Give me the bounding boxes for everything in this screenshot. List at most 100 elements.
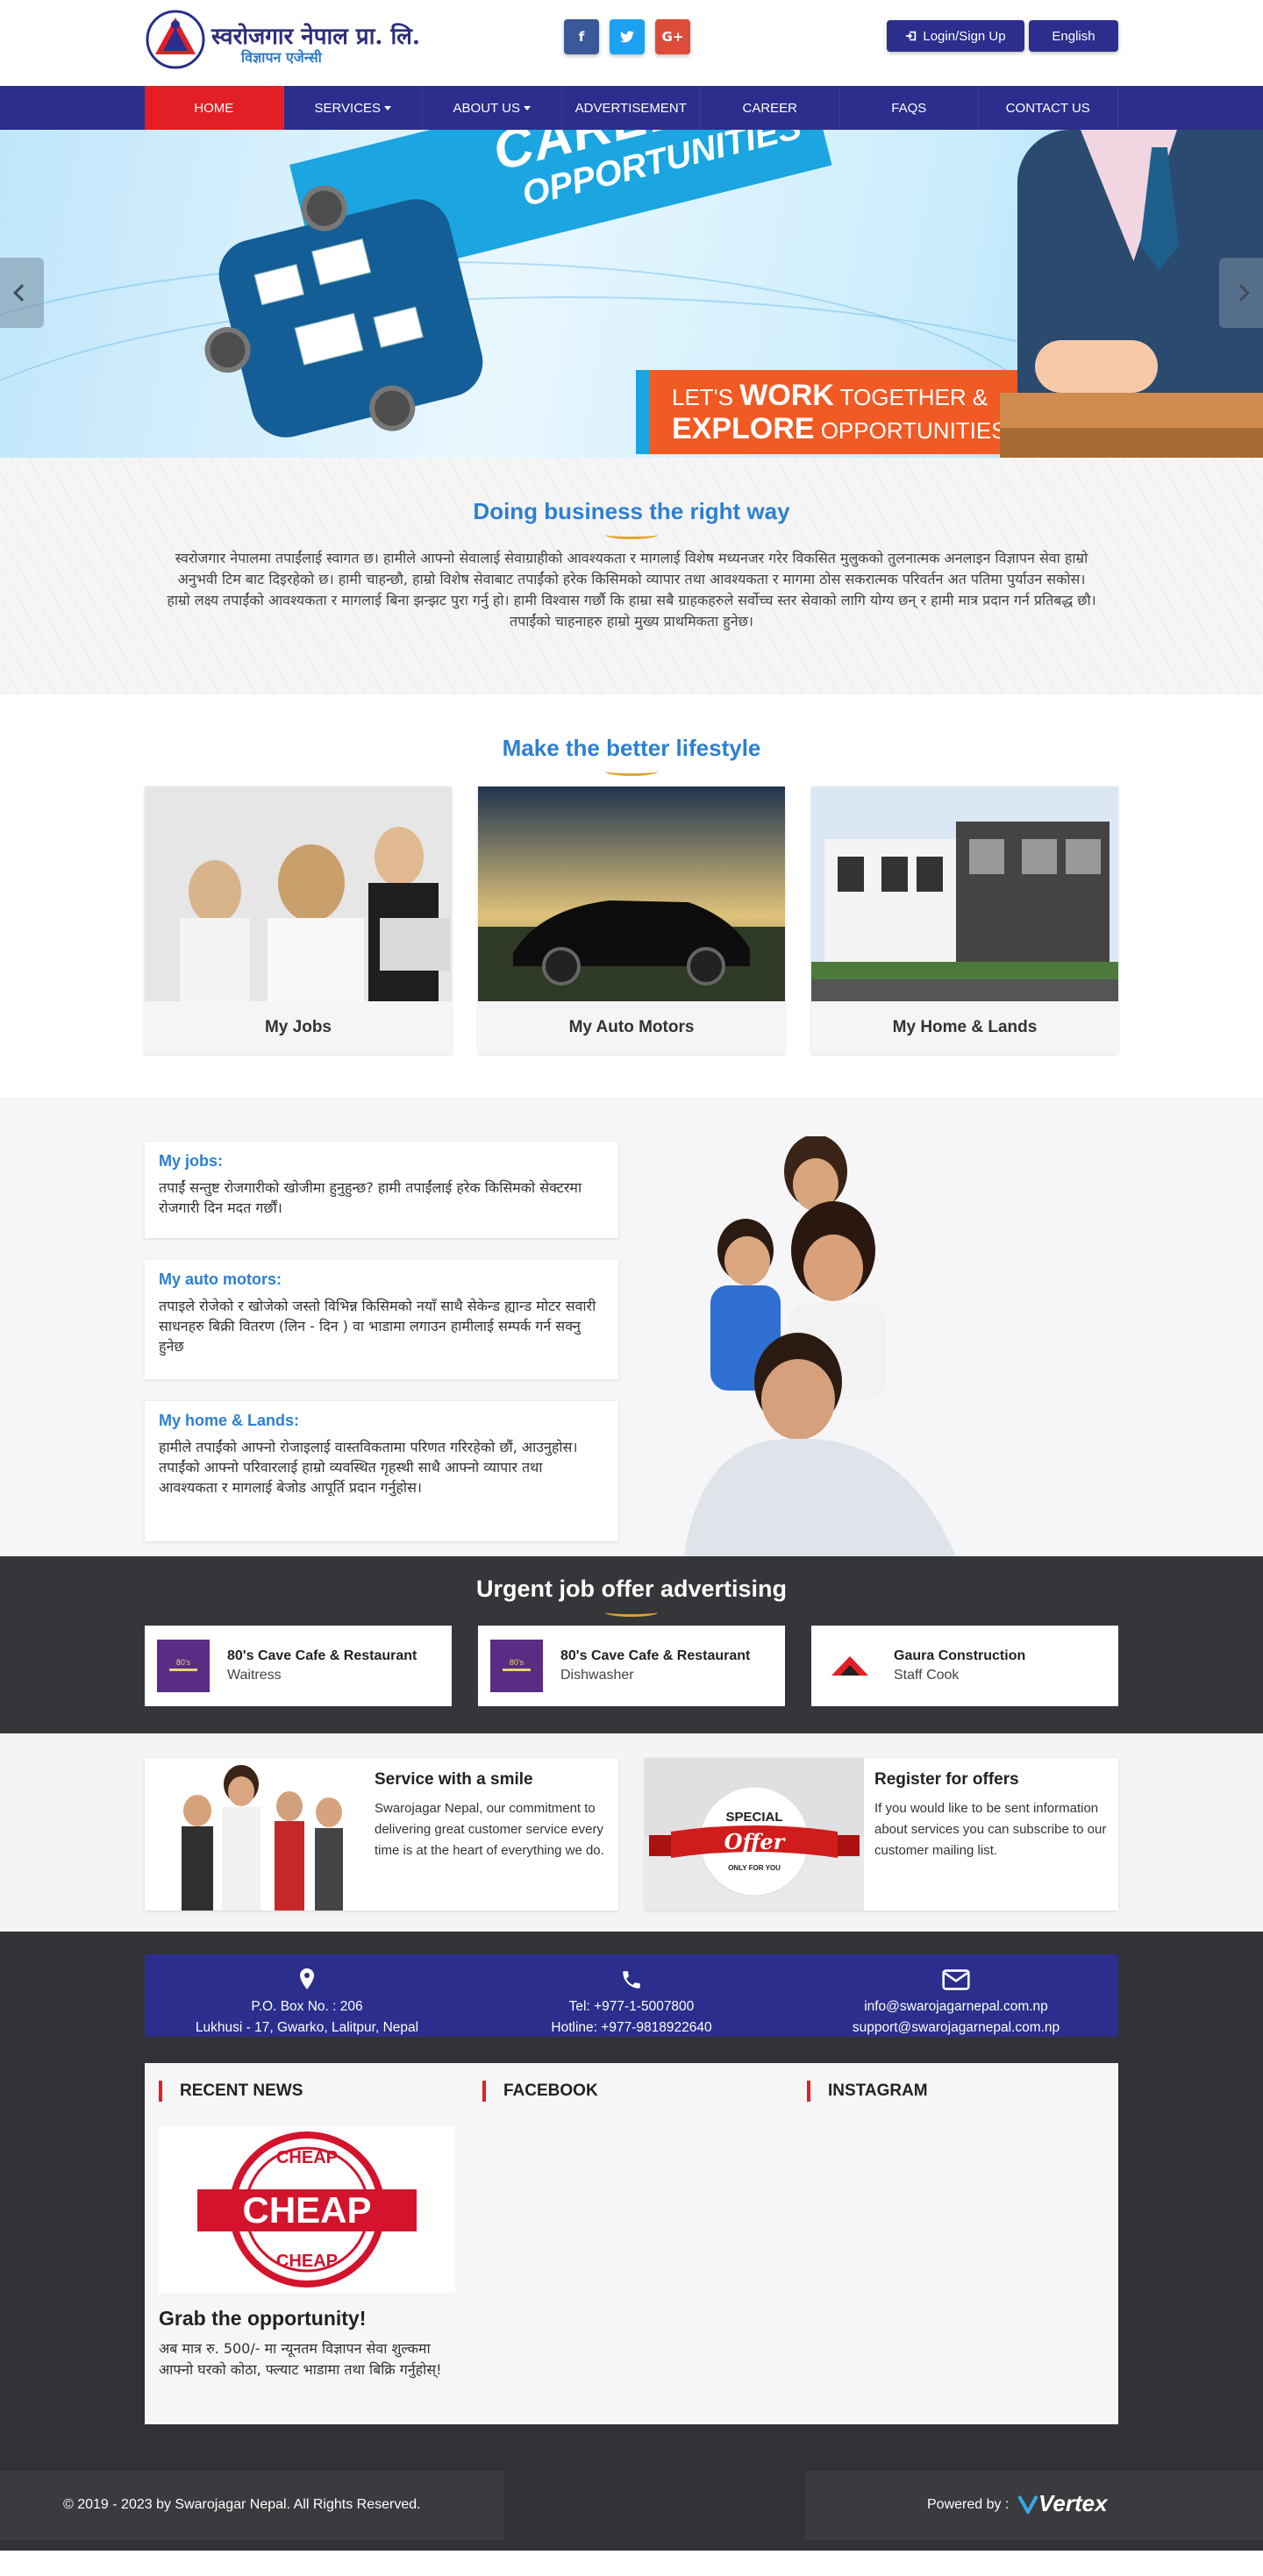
phone-icon [623,1971,640,1989]
login-label: Login/Sign Up [923,28,1006,44]
jobs-image [145,786,452,1001]
info-title: My jobs: [159,1152,224,1170]
info-box-auto-motors: My auto motors: तपाइले रोजेको र खोजेको ज… [145,1260,618,1379]
envelope-icon [942,1969,970,1990]
email-support[interactable]: support@swarojagarnepal.com.np [794,2017,1118,2039]
facebook-column: FACEBOOK [482,2081,598,2102]
urgent-title: Urgent job offer advertising [475,1576,788,1602]
logo-emblem-icon [146,10,205,69]
lifestyle-section: Make the better lifestyle My Jobs My Aut… [0,694,1263,1098]
contact-bar: P.O. Box No. : 206 Lukhusi - 17, Gwarko,… [145,1954,1118,2037]
job-position: Staff Cook [894,1668,960,1683]
job-position: Waitress [227,1668,282,1683]
vertex-logo[interactable]: Vertex [1017,2490,1108,2517]
news-image-cheap-stamp[interactable]: CHEAP CHEAP CHEAP [159,2126,455,2293]
nav-item-services[interactable]: SERVICES [284,86,423,130]
card-label: My Home & Lands [892,1018,1038,1036]
promo-title: Register for offers [874,1770,1019,1789]
card-my-home-lands[interactable]: My Home & Lands [811,786,1118,1054]
carousel-next-button[interactable] [1219,258,1263,328]
info-text: हामीले तपाईंको आफ्नो रोजाइलाई वास्तविकता… [159,1439,578,1496]
svg-text:80's: 80's [176,1658,191,1667]
urgent-jobs-section: Urgent job offer advertising 80's 80's C… [0,1556,1263,1733]
card-my-auto-motors[interactable]: My Auto Motors [478,786,785,1054]
banner-tagline-line2: EXPLORE OPPORTUNITIES [672,412,1007,445]
info-title: My auto motors: [159,1270,282,1288]
instagram-heading: INSTAGRAM [807,2081,928,2102]
promo-offers[interactable]: SPECIAL Offer ONLY FOR YOU Register for … [645,1758,1118,1911]
svg-text:ONLY FOR YOU: ONLY FOR YOU [728,1864,781,1872]
main-nav: HOME SERVICES ABOUT US ADVERTISEMENT CAR… [0,86,1263,130]
nav-item-career[interactable]: CAREER [701,86,840,130]
cafe-logo-icon: 80's [157,1640,210,1692]
family-image [684,1136,956,1556]
caret-down-icon [384,105,392,110]
info-text: तपाईं सन्तुष्ट रोजगारीको खोजीमा हुनुहुन्… [159,1179,582,1216]
services-info-section: My jobs: तपाईं सन्तुष्ट रोजगारीको खोजीमा… [0,1098,1263,1556]
site-logo[interactable]: स्वरोजगार नेपाल प्रा. लि. विज्ञापन एजेन्… [145,9,420,75]
job-company: 80's Cave Cafe & Restaurant [227,1648,417,1663]
facebook-icon[interactable]: f [564,19,599,54]
contact-phone: Tel: +977-1-5007800 Hotline: +977-981892… [469,1954,794,2037]
job-card[interactable]: 80's 80's Cave Cafe & Restaurant Dishwash… [478,1626,785,1706]
info-box-home-lands: My home & Lands: हामीले तपाईंको आफ्नो रो… [145,1401,618,1541]
nav-item-contact-us[interactable]: CONTACT US [979,86,1118,130]
card-label: My Jobs [264,1018,332,1036]
top-header: स्वरोजगार नेपाल प्रा. लि. विज्ञापन एजेन्… [0,0,1263,86]
cafe-logo-icon: 80's [490,1640,543,1692]
house-image [811,786,1118,1001]
logo-subtitle: विज्ञापन एजेन्सी [241,49,322,66]
card-my-jobs[interactable]: My Jobs [145,786,452,1054]
title-underline [605,767,658,776]
banner-tagline-line1: LET'S WORK TOGETHER & [672,379,988,412]
social-links: f G+ [564,19,690,54]
card-label: My Auto Motors [568,1018,695,1036]
promo-title: Service with a smile [375,1770,533,1789]
nav-item-about-us[interactable]: ABOUT US [423,86,562,130]
intro-title: Doing business the right way [473,498,790,524]
map-marker-icon [300,1968,314,1989]
lifestyle-title: Make the better lifestyle [502,735,761,761]
recent-news-column: RECENT NEWS [159,2081,303,2102]
job-position: Dishwasher [560,1668,634,1683]
info-box-jobs: My jobs: तपाईं सन्तुष्ट रोजगारीको खोजीमा… [145,1142,618,1238]
nav-item-home[interactable]: HOME [145,86,284,130]
news-title[interactable]: Grab the opportunity! [159,2307,366,2330]
banner-tagline-box: LET'S WORK TOGETHER & EXPLORE OPPORTUNIT… [636,370,1022,454]
nav-item-advertisement[interactable]: ADVERTISEMENT [562,86,701,130]
team-image [145,1758,364,1911]
svg-text:SPECIAL: SPECIAL [725,1810,782,1825]
phone-tel[interactable]: Tel: +977-1-5007800 [469,1996,794,2017]
sign-in-icon [906,31,917,41]
news-text: अब मात्र रु. 500/- मा न्यूनतम विज्ञापन स… [159,2340,442,2378]
bottom-bar: © 2019 - 2023 by Swarojagar Nepal. All R… [0,2471,1263,2551]
info-text: तपाइले रोजेको र खोजेको जस्तो विभिन्न किस… [159,1298,596,1355]
promo-service: Service with a smile Swarojagar Nepal, o… [145,1758,618,1911]
job-card[interactable]: 80's 80's Cave Cafe & Restaurant Waitress [145,1626,452,1706]
facebook-heading: FACEBOOK [482,2081,598,2102]
construction-logo-icon [824,1640,876,1692]
title-underline [605,1608,658,1617]
title-underline [605,530,658,539]
job-company: Gaura Construction [894,1648,1026,1663]
nav-item-faqs[interactable]: FAQS [840,86,979,130]
chevron-right-icon [1232,284,1250,302]
svg-text:Offer: Offer [724,1829,787,1854]
promo-text: If you would like to be sent information… [874,1801,1107,1858]
recent-news-heading: RECENT NEWS [159,2081,303,2102]
svg-text:CHEAP: CHEAP [276,2148,338,2167]
language-button[interactable]: English [1029,20,1118,52]
phone-hotline[interactable]: Hotline: +977-9818922640 [469,2017,794,2039]
job-card[interactable]: Gaura Construction Staff Cook [811,1626,1118,1706]
address-line2: Lukhusi - 17, Gwarko, Lalitpur, Nepal [195,2020,419,2035]
contact-address: P.O. Box No. : 206 Lukhusi - 17, Gwarko,… [145,1954,469,2037]
promo-section: Service with a smile Swarojagar Nepal, o… [0,1733,1263,1932]
logo-title: स्वरोजगार नेपाल प्रा. लि. [211,24,420,50]
carousel-prev-button[interactable] [0,258,44,328]
footer: P.O. Box No. : 206 Lukhusi - 17, Gwarko,… [0,1932,1263,2551]
google-plus-icon[interactable]: G+ [655,19,690,54]
twitter-icon[interactable] [610,19,645,54]
login-signup-button[interactable]: Login/Sign Up [887,20,1024,52]
email-info[interactable]: info@swarojagarnepal.com.np [794,1996,1118,2017]
contact-email: info@swarojagarnepal.com.np support@swar… [794,1954,1118,2037]
